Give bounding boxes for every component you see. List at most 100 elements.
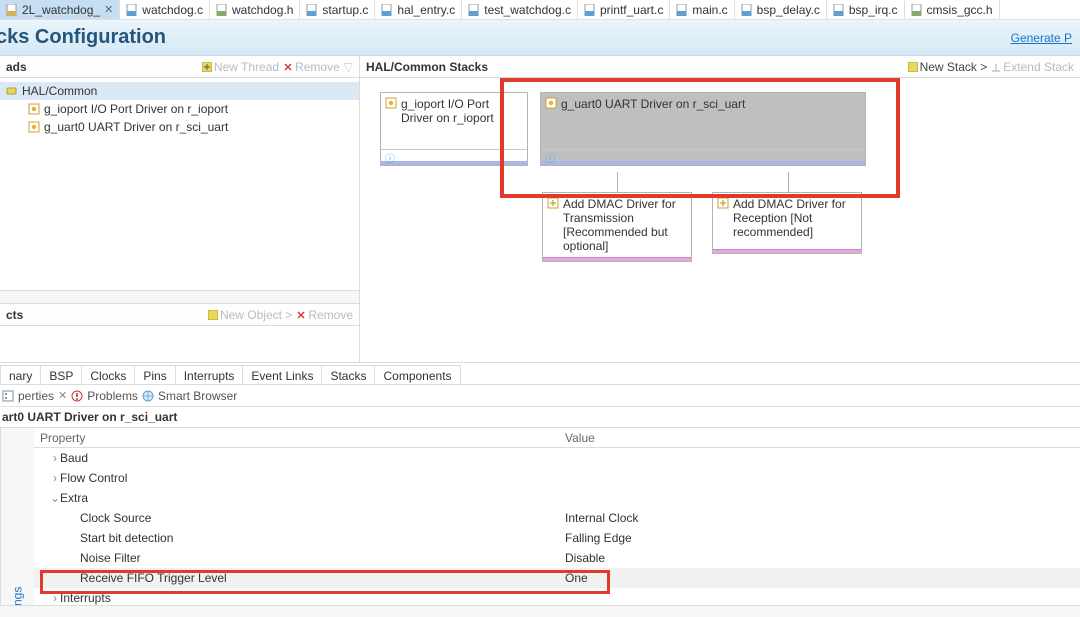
add-icon (547, 197, 559, 209)
hal-stacks-title: HAL/Common Stacks (366, 60, 488, 74)
file-tab[interactable]: hal_entry.c (375, 0, 462, 19)
file-tab-label: startup.c (322, 3, 368, 17)
grid-col-value: Value (559, 431, 1080, 445)
module-icon (28, 103, 40, 115)
info-icon[interactable]: ⓘ (381, 149, 527, 161)
file-tab[interactable]: watchdog.c (120, 0, 210, 19)
objects-pane: cts New Object > Remove (0, 304, 359, 362)
c-file-icon (584, 4, 596, 16)
status-bar (0, 605, 1080, 617)
expand-arrow-icon[interactable]: › (50, 591, 60, 605)
property-name-cell: ›Baud (34, 451, 559, 465)
config-subtab[interactable]: Clocks (82, 365, 135, 384)
file-tab[interactable]: main.c (670, 0, 734, 19)
file-tab[interactable]: test_watchdog.c (462, 0, 578, 19)
pane-divider[interactable] (0, 290, 359, 304)
info-icon[interactable]: ⓘ (541, 149, 865, 161)
property-row[interactable]: ⌄Extra (34, 488, 1080, 508)
config-subtab[interactable]: nary (0, 365, 41, 384)
property-row[interactable]: Noise FilterDisable (34, 548, 1080, 568)
close-icon[interactable]: ✕ (58, 389, 67, 402)
property-row[interactable]: ›Baud (34, 448, 1080, 468)
tree-item-uart[interactable]: g_uart0 UART Driver on r_sci_uart (0, 118, 359, 136)
module-icon (28, 121, 40, 133)
config-subtab[interactable]: Components (375, 365, 460, 384)
stack-card-uart[interactable]: g_uart0 UART Driver on r_sci_uart ⓘ (540, 92, 866, 166)
objects-pane-header: cts New Object > Remove (0, 304, 359, 326)
properties-header: art0 UART Driver on r_sci_uart (0, 406, 1080, 428)
threads-pane-title: ads (6, 60, 27, 74)
stack-card-dmac-rx[interactable]: Add DMAC Driver for Reception [Not recom… (712, 192, 862, 254)
config-subtab[interactable]: Event Links (243, 365, 322, 384)
properties-view-tab[interactable]: perties ✕ (2, 389, 67, 403)
config-subtab[interactable]: Stacks (322, 365, 375, 384)
property-row[interactable]: Receive FIFO Trigger Level One (34, 568, 1080, 588)
stack-card-label: Add DMAC Driver for Reception [Not recom… (733, 197, 857, 239)
property-row[interactable]: Clock SourceInternal Clock (34, 508, 1080, 528)
property-name-cell: Noise Filter (34, 551, 559, 565)
config-subtab[interactable]: Interrupts (176, 365, 244, 384)
stack-card-dmac-tx[interactable]: Add DMAC Driver for Transmission [Recomm… (542, 192, 692, 262)
stack-card-label: g_ioport I/O Port Driver on r_ioport (401, 97, 523, 125)
property-name-cell: ⌄Extra (34, 491, 559, 505)
cfg-file-icon (6, 4, 18, 16)
menu-chevron-icon[interactable]: ▽ (344, 60, 353, 74)
properties-grid[interactable]: Property Value ›Baud›Flow Control⌄ExtraC… (34, 428, 1080, 616)
new-stack-button[interactable]: New Stack > (908, 60, 988, 74)
file-tab[interactable]: cmsis_gcc.h (905, 0, 1000, 19)
file-tab-label: hal_entry.c (397, 3, 455, 17)
new-object-button[interactable]: New Object > (208, 308, 292, 322)
file-tab[interactable]: 2L_watchdog_✕ (0, 0, 120, 19)
new-thread-button[interactable]: New Thread (202, 60, 279, 74)
tree-item-ioport[interactable]: g_ioport I/O Port Driver on r_ioport (0, 100, 359, 118)
add-icon (717, 197, 729, 209)
file-tab-label: watchdog.h (232, 3, 293, 17)
expand-arrow-icon[interactable]: › (50, 471, 60, 485)
file-tab-label: bsp_irq.c (849, 3, 898, 17)
problems-view-tab[interactable]: Problems (71, 389, 138, 403)
property-value-cell[interactable]: Falling Edge (559, 531, 1080, 545)
stack-card-label: g_uart0 UART Driver on r_sci_uart (561, 97, 745, 111)
file-tab-label: main.c (692, 3, 727, 17)
property-value-cell[interactable]: One (559, 571, 1080, 585)
file-tab[interactable]: bsp_delay.c (735, 0, 827, 19)
stack-card-ioport[interactable]: g_ioport I/O Port Driver on r_ioport ⓘ (380, 92, 528, 166)
underline-pink (543, 257, 691, 261)
threads-tree[interactable]: HAL/Common g_ioport I/O Port Driver on r… (0, 78, 359, 290)
file-tab-label: watchdog.c (142, 3, 203, 17)
config-subtab[interactable]: BSP (41, 365, 82, 384)
remove-object-button[interactable]: Remove (296, 308, 353, 322)
property-row[interactable]: ›Flow Control (34, 468, 1080, 488)
file-tab[interactable]: bsp_irq.c (827, 0, 905, 19)
file-tab[interactable]: watchdog.h (210, 0, 300, 19)
extend-stack-button[interactable]: Extend Stack (991, 60, 1074, 74)
remove-thread-button[interactable]: Remove (283, 60, 340, 74)
threads-icon (6, 85, 18, 97)
h-file-icon (911, 4, 923, 16)
config-subtab[interactable]: Pins (135, 365, 175, 384)
property-name-cell: Receive FIFO Trigger Level (34, 571, 559, 585)
file-tab[interactable]: printf_uart.c (578, 0, 670, 19)
c-file-icon (833, 4, 845, 16)
property-value-cell[interactable]: Disable (559, 551, 1080, 565)
file-tab-label: bsp_delay.c (757, 3, 820, 17)
generate-project-link[interactable]: Generate P (1011, 31, 1072, 45)
property-label: Receive FIFO Trigger Level (80, 571, 227, 585)
file-tab-label: cmsis_gcc.h (927, 3, 993, 17)
expand-arrow-icon[interactable]: › (50, 451, 60, 465)
page-title: cks Configuration (0, 26, 166, 49)
c-file-icon (676, 4, 688, 16)
file-tab-label: test_watchdog.c (484, 3, 571, 17)
expand-arrow-icon[interactable]: ⌄ (50, 491, 60, 505)
properties-panel: ngs Property Value ›Baud›Flow Control⌄Ex… (0, 428, 1080, 616)
view-tab-label: Smart Browser (158, 389, 237, 403)
tree-item-label: g_ioport I/O Port Driver on r_ioport (44, 102, 228, 116)
properties-side-tabs: ngs (0, 428, 34, 616)
property-value-cell[interactable]: Internal Clock (559, 511, 1080, 525)
close-icon[interactable]: ✕ (104, 3, 113, 16)
smart-browser-view-tab[interactable]: Smart Browser (142, 389, 237, 403)
file-tab[interactable]: startup.c (300, 0, 375, 19)
hal-stacks-canvas[interactable]: g_ioport I/O Port Driver on r_ioport ⓘ g… (360, 78, 1080, 362)
property-row[interactable]: Start bit detectionFalling Edge (34, 528, 1080, 548)
tree-root-hal-common[interactable]: HAL/Common (0, 82, 359, 100)
